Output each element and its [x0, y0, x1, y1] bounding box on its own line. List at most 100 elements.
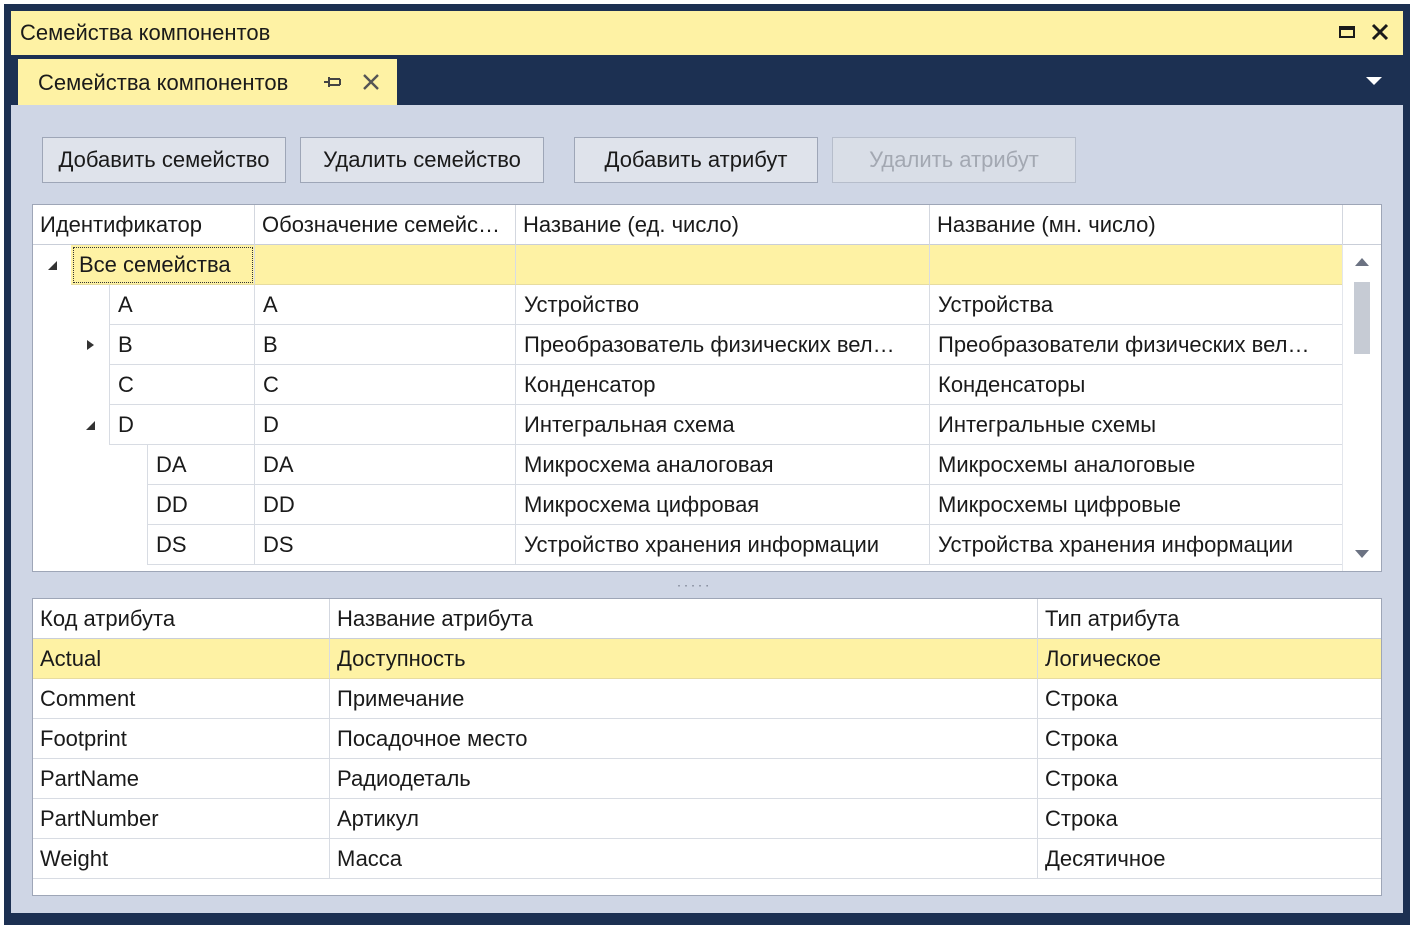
attribute-type-cell[interactable]: Логическое: [1038, 639, 1381, 679]
families-scroll-thumb[interactable]: [1354, 282, 1370, 354]
family-name-singular-cell[interactable]: Микросхема аналоговая: [516, 445, 930, 485]
attribute-row[interactable]: PartNumber Артикул Строка: [33, 799, 1381, 839]
family-name-singular-cell[interactable]: Устройство: [516, 285, 930, 325]
family-row[interactable]: DA DA Микросхема аналоговая Микросхемы анал…: [33, 445, 1343, 485]
family-code-cell[interactable]: DD: [255, 485, 516, 525]
attribute-name-cell[interactable]: Примечание: [330, 679, 1038, 719]
family-code-cell[interactable]: [255, 245, 516, 285]
family-name-plural-cell[interactable]: Устройства хранения информации: [930, 525, 1343, 565]
attribute-type-cell[interactable]: Строка: [1038, 719, 1381, 759]
column-header-name-singular[interactable]: Название (ед. число): [516, 205, 930, 245]
maximize-icon: [1339, 26, 1355, 38]
scroll-down-icon[interactable]: [1354, 549, 1370, 559]
attribute-name-cell[interactable]: Радиодеталь: [330, 759, 1038, 799]
family-name-singular-cell[interactable]: Конденсатор: [516, 365, 930, 405]
add-family-button[interactable]: Добавить семейство: [42, 137, 286, 183]
family-identifier-cell[interactable]: DD: [147, 485, 255, 525]
add-attribute-button[interactable]: Добавить атрибут: [574, 137, 818, 183]
family-identifier-cell[interactable]: B: [109, 325, 255, 365]
column-header-attribute-code[interactable]: Код атрибута: [33, 599, 330, 639]
families-vertical-scrollbar[interactable]: [1342, 245, 1381, 571]
family-code-cell[interactable]: C: [255, 365, 516, 405]
tab-dropdown-icon[interactable]: [1361, 69, 1387, 91]
family-name-plural-cell[interactable]: Микросхемы цифровые: [930, 485, 1343, 525]
family-name-singular-cell[interactable]: Устройство хранения информации: [516, 525, 930, 565]
delete-family-button[interactable]: Удалить семейство: [300, 137, 544, 183]
attribute-code-cell[interactable]: Footprint: [33, 719, 330, 759]
attribute-code-cell[interactable]: PartName: [33, 759, 330, 799]
close-icon: [1371, 23, 1389, 41]
tree-collapse-icon[interactable]: [83, 418, 97, 432]
attribute-row[interactable]: Actual Доступность Логическое: [33, 639, 1381, 679]
tab-close-icon[interactable]: [358, 69, 384, 95]
family-code-cell[interactable]: A: [255, 285, 516, 325]
delete-attribute-button[interactable]: Удалить атрибут: [832, 137, 1076, 183]
tree-collapse-icon[interactable]: [45, 258, 59, 272]
family-name-plural-cell[interactable]: Интегральные схемы: [930, 405, 1343, 445]
column-header-name-plural[interactable]: Название (мн. число): [930, 205, 1343, 245]
attribute-code-cell[interactable]: PartNumber: [33, 799, 330, 839]
tab-component-families[interactable]: Семейства компонентов: [18, 59, 397, 105]
column-header-attribute-type[interactable]: Тип атрибута: [1038, 599, 1381, 639]
family-row[interactable]: D D Интегральная схема Интегральные схемы: [33, 405, 1343, 445]
family-code-cell[interactable]: B: [255, 325, 516, 365]
family-name-singular-cell[interactable]: Преобразователь физических вел…: [516, 325, 930, 365]
attribute-code-cell[interactable]: Weight: [33, 839, 330, 879]
family-code-cell[interactable]: DS: [255, 525, 516, 565]
family-name-singular-cell[interactable]: Интегральная схема: [516, 405, 930, 445]
close-button[interactable]: [1366, 18, 1394, 46]
family-row[interactable]: B B Преобразователь физических вел… Преобра…: [33, 325, 1343, 365]
tree-indent: [33, 445, 147, 485]
family-row[interactable]: DS DS Устройство хранения информации Устрой…: [33, 525, 1343, 565]
pin-icon[interactable]: [320, 69, 346, 95]
family-name-plural-cell[interactable]: Преобразователи физических вел…: [930, 325, 1343, 365]
tree-expand-icon[interactable]: [83, 338, 97, 352]
window-titlebar: Семейства компонентов: [11, 11, 1403, 55]
tree-indent: [33, 285, 109, 325]
family-identifier-cell[interactable]: DS: [147, 525, 255, 565]
family-identifier-cell[interactable]: A: [109, 285, 255, 325]
tree-indent: [33, 485, 147, 525]
attribute-row[interactable]: PartName Радиодеталь Строка: [33, 759, 1381, 799]
family-row[interactable]: A A Устройство Устройства: [33, 285, 1343, 325]
family-row[interactable]: Все семейства: [33, 245, 1343, 285]
column-header-family-code[interactable]: Обозначение семейс…: [255, 205, 516, 245]
family-identifier-cell[interactable]: C: [109, 365, 255, 405]
attribute-name-cell[interactable]: Артикул: [330, 799, 1038, 839]
tree-indent: [33, 325, 109, 365]
grid-splitter[interactable]: ·····: [11, 573, 1403, 595]
family-identifier-cell[interactable]: Все семейства: [71, 245, 255, 285]
family-name-plural-cell[interactable]: Конденсаторы: [930, 365, 1343, 405]
tree-indent: [33, 405, 109, 445]
column-header-identifier[interactable]: Идентификатор: [33, 205, 255, 245]
attribute-row[interactable]: Comment Примечание Строка: [33, 679, 1381, 719]
attribute-type-cell[interactable]: Десятичное: [1038, 839, 1381, 879]
family-name-plural-cell[interactable]: [930, 245, 1343, 285]
family-code-cell[interactable]: DA: [255, 445, 516, 485]
maximize-button[interactable]: [1333, 18, 1361, 46]
attribute-code-cell[interactable]: Actual: [33, 639, 330, 679]
family-row[interactable]: C C Конденсатор Конденсаторы: [33, 365, 1343, 405]
attribute-row[interactable]: Footprint Посадочное место Строка: [33, 719, 1381, 759]
attribute-name-cell[interactable]: Доступность: [330, 639, 1038, 679]
attribute-type-cell[interactable]: Строка: [1038, 799, 1381, 839]
family-code-cell[interactable]: D: [255, 405, 516, 445]
window-title: Семейства компонентов: [20, 20, 271, 45]
attribute-code-cell[interactable]: Comment: [33, 679, 330, 719]
family-identifier-cell[interactable]: DA: [147, 445, 255, 485]
content-panel: Добавить семейство Удалить семейство Доб…: [11, 105, 1403, 913]
family-row[interactable]: DD DD Микросхема цифровая Микросхемы цифров…: [33, 485, 1343, 525]
family-name-singular-cell[interactable]: [516, 245, 930, 285]
column-header-attribute-name[interactable]: Название атрибута: [330, 599, 1038, 639]
scroll-up-icon[interactable]: [1354, 257, 1370, 267]
attribute-name-cell[interactable]: Масса: [330, 839, 1038, 879]
family-identifier-cell[interactable]: D: [109, 405, 255, 445]
family-name-singular-cell[interactable]: Микросхема цифровая: [516, 485, 930, 525]
attribute-row[interactable]: Weight Масса Десятичное: [33, 839, 1381, 879]
splitter-grip: ·····: [676, 581, 712, 592]
attribute-name-cell[interactable]: Посадочное место: [330, 719, 1038, 759]
family-name-plural-cell[interactable]: Устройства: [930, 285, 1343, 325]
attribute-type-cell[interactable]: Строка: [1038, 759, 1381, 799]
attribute-type-cell[interactable]: Строка: [1038, 679, 1381, 719]
family-name-plural-cell[interactable]: Микросхемы аналоговые: [930, 445, 1343, 485]
